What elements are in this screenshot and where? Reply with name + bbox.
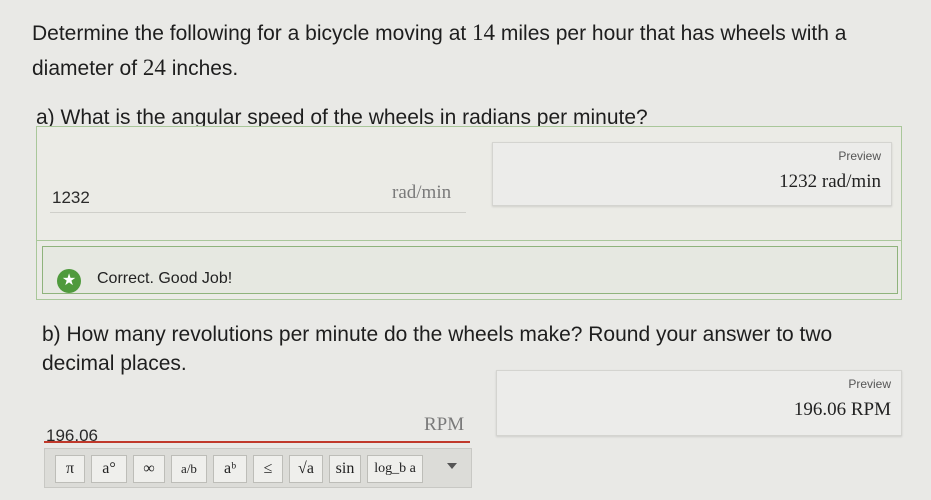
answer-input-a[interactable]: 1232 xyxy=(52,188,90,208)
fraction-button[interactable]: a/b xyxy=(171,455,207,483)
diameter-value: 24 xyxy=(142,55,166,80)
preview-box-a: Preview 1232 rad/min xyxy=(492,142,892,206)
preview-box-b: Preview 196.06 RPM xyxy=(496,370,902,436)
preview-value-b: 196.06 RPM xyxy=(793,399,891,420)
sqrt-button[interactable]: √a xyxy=(289,455,323,483)
star-icon: ★ xyxy=(57,269,81,293)
less-equal-button[interactable]: ≤ xyxy=(253,455,283,483)
problem-text-1: Determine the following for a bicycle mo… xyxy=(32,22,473,45)
answer-input-b[interactable]: 196.06 xyxy=(46,426,98,446)
unit-label-a: rad/min xyxy=(392,182,452,203)
sin-button[interactable]: sin xyxy=(329,455,361,483)
divider-a xyxy=(36,240,902,241)
correct-feedback: ★ Correct. Good Job! xyxy=(42,246,898,294)
infinity-button[interactable]: ∞ xyxy=(133,455,165,483)
unit-label-b: RPM xyxy=(424,414,465,435)
log-button[interactable]: log_b a xyxy=(367,455,423,483)
feedback-text: Correct. Good Job! xyxy=(97,270,233,287)
exponent-button[interactable]: aᵇ xyxy=(213,455,247,483)
degree-button[interactable]: a° xyxy=(91,455,127,483)
answer-underline-a xyxy=(50,212,466,213)
problem-text-3: inches. xyxy=(165,57,239,80)
chevron-down-icon[interactable] xyxy=(447,463,457,469)
problem-statement: Determine the following for a bicycle mo… xyxy=(32,16,902,86)
preview-value-a: 1232 rad/min xyxy=(779,171,881,192)
pi-button[interactable]: π xyxy=(55,455,85,483)
preview-label-a: Preview xyxy=(838,149,881,163)
preview-label-b: Preview xyxy=(848,377,891,391)
answer-underline-b xyxy=(44,441,470,443)
speed-value: 14 xyxy=(472,20,496,45)
math-toolbar: π a° ∞ a/b aᵇ ≤ √a sin log_b a xyxy=(44,448,472,488)
